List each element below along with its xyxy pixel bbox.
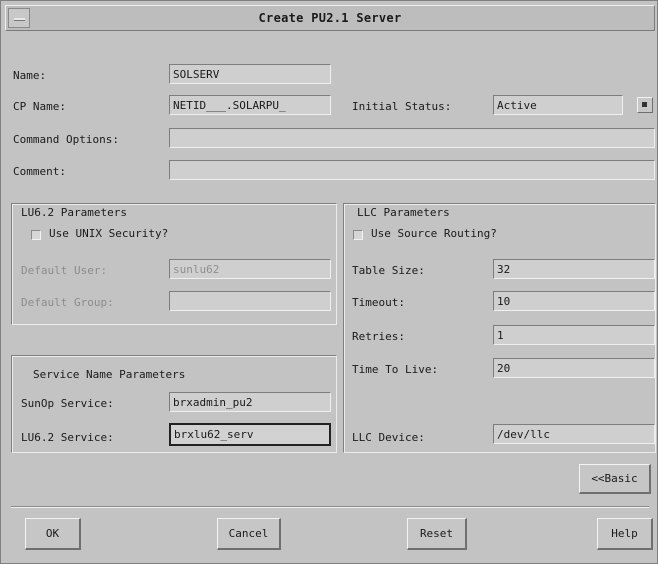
checkbox-icon[interactable] — [353, 230, 363, 240]
comment-label: Comment: — [13, 165, 66, 178]
service-name-parameters-title: Service Name Parameters — [33, 368, 186, 381]
lu62-service-label: LU6.2 Service: — [21, 431, 114, 444]
default-group-label: Default Group: — [21, 296, 114, 309]
timeout-field[interactable]: 10 — [493, 291, 655, 311]
lu62-parameters-title: LU6.2 Parameters — [21, 206, 127, 219]
time-to-live-label: Time To Live: — [352, 363, 439, 376]
cp-name-field[interactable]: NETID___.SOLARPU_ — [169, 95, 331, 115]
initial-status-select[interactable]: Active — [493, 95, 623, 115]
name-label: Name: — [13, 69, 47, 82]
default-group-field[interactable] — [169, 291, 331, 311]
button-separator — [11, 506, 649, 508]
default-user-field[interactable]: sunlu62 — [169, 259, 331, 279]
command-options-label: Command Options: — [13, 133, 119, 146]
time-to-live-field[interactable]: 20 — [493, 358, 655, 378]
llc-device-field[interactable]: /dev/llc — [493, 424, 655, 444]
default-user-label: Default User: — [21, 264, 108, 277]
basic-button[interactable]: <<Basic — [579, 464, 651, 494]
comment-field[interactable] — [169, 160, 655, 180]
window-title: Create PU2.1 Server — [258, 11, 402, 25]
sunop-service-label: SunOp Service: — [21, 397, 114, 410]
initial-status-label: Initial Status: — [352, 100, 452, 113]
table-size-label: Table Size: — [352, 264, 425, 277]
checkbox-icon[interactable] — [31, 230, 41, 240]
cancel-button[interactable]: Cancel — [217, 518, 281, 550]
reset-button[interactable]: Reset — [407, 518, 467, 550]
sunop-service-field[interactable]: brxadmin_pu2 — [169, 392, 331, 412]
ok-button[interactable]: OK — [25, 518, 81, 550]
name-field[interactable]: SOLSERV — [169, 64, 331, 84]
llc-device-label: LLC Device: — [352, 431, 425, 444]
lu62-service-field[interactable]: brxlu62_serv — [169, 423, 331, 446]
retries-field[interactable]: 1 — [493, 325, 655, 345]
timeout-label: Timeout: — [352, 296, 405, 309]
llc-parameters-title: LLC Parameters — [357, 206, 450, 219]
retries-label: Retries: — [352, 330, 405, 343]
use-unix-security-label: Use UNIX Security? — [49, 227, 169, 240]
help-button[interactable]: Help — [597, 518, 653, 550]
table-size-field[interactable]: 32 — [493, 259, 655, 279]
use-source-routing-label: Use Source Routing? — [371, 227, 497, 240]
create-pu21-server-dialog: Create PU2.1 Server Name: SOLSERV CP Nam… — [0, 0, 658, 564]
cp-name-label: CP Name: — [13, 100, 66, 113]
command-options-field[interactable] — [169, 128, 655, 148]
title-bar[interactable]: Create PU2.1 Server — [5, 5, 655, 31]
dropdown-arrow-icon[interactable] — [637, 97, 653, 113]
